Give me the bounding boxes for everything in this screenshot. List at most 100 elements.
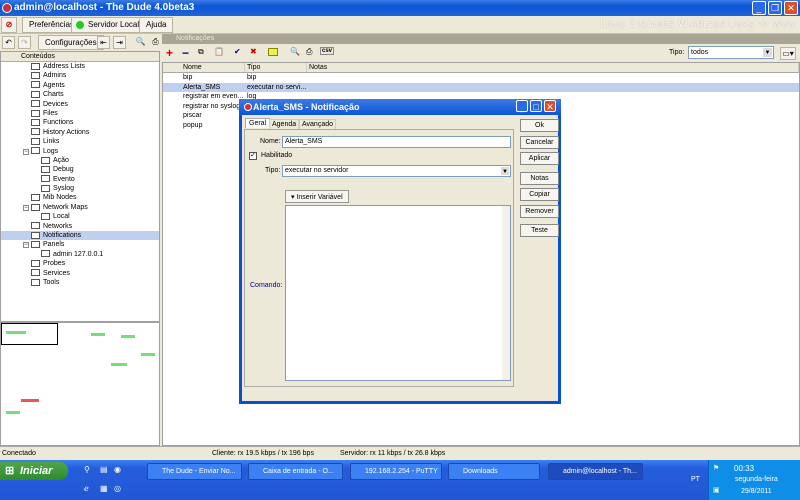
- disable-icon[interactable]: ✖: [250, 47, 257, 56]
- map-overview[interactable]: [0, 322, 160, 446]
- tab-general[interactable]: Geral: [245, 118, 271, 128]
- tree-item[interactable]: History Actions: [1, 128, 159, 137]
- dialog-minimize-button[interactable]: _: [516, 100, 528, 112]
- tree-item[interactable]: admin 127.0.0.1: [1, 250, 159, 259]
- quicklaunch-app-icon[interactable]: ▦: [100, 484, 108, 493]
- ok-button[interactable]: Ok: [520, 119, 559, 132]
- print-icon[interactable]: ⎙: [306, 47, 312, 57]
- quicklaunch-ie-icon[interactable]: ℯ: [84, 484, 89, 493]
- help-button[interactable]: Ajuda: [139, 17, 174, 33]
- settings-button[interactable]: Configurações: [38, 35, 104, 50]
- copy-button[interactable]: Copiar: [520, 188, 559, 201]
- import-icon[interactable]: ⇤: [97, 36, 110, 49]
- clock-time[interactable]: 00:33: [734, 464, 754, 473]
- tree-item[interactable]: Local: [1, 212, 159, 221]
- tree-item[interactable]: Charts: [1, 90, 159, 99]
- start-label: Iniciar: [20, 465, 53, 477]
- chevron-down-icon[interactable]: ▼: [763, 48, 772, 57]
- tray-monitor-icon[interactable]: ▣: [713, 486, 720, 494]
- tree-item[interactable]: Probes: [1, 259, 159, 268]
- tree-item[interactable]: Notifications: [1, 231, 159, 241]
- column-type[interactable]: Tipo: [245, 63, 307, 72]
- tree-item[interactable]: Ação: [1, 156, 159, 165]
- language-indicator[interactable]: PT: [691, 476, 700, 483]
- copy-icon[interactable]: ⧉: [198, 47, 204, 57]
- apply-button[interactable]: Aplicar: [520, 152, 559, 165]
- tree-item[interactable]: Evento: [1, 175, 159, 184]
- collapse-toggle-icon[interactable]: −: [23, 204, 29, 211]
- start-button[interactable]: ⊞ Iniciar: [0, 462, 68, 480]
- csv-export-button[interactable]: csv: [320, 47, 335, 55]
- tree-item[interactable]: − Network Maps: [1, 203, 159, 212]
- type-filter-select[interactable]: todos ▼: [688, 46, 774, 59]
- table-cell: Alerta_SMS: [183, 83, 221, 91]
- tree-item[interactable]: Networks: [1, 222, 159, 231]
- find-icon[interactable]: 🔍: [290, 47, 300, 56]
- taskbar-task[interactable]: 192.168.2.254 - PuTTY: [350, 463, 442, 480]
- restore-button[interactable]: ❐: [768, 1, 782, 15]
- tree-item[interactable]: Functions: [1, 118, 159, 127]
- enabled-checkbox[interactable]: ✓: [249, 152, 257, 160]
- tree-item[interactable]: Address Lists: [1, 62, 159, 71]
- table-row[interactable]: bip bip: [163, 73, 799, 83]
- dialog-maximize-button[interactable]: □: [530, 100, 542, 112]
- tree-item[interactable]: Links: [1, 137, 159, 146]
- column-name[interactable]: Nome: [163, 63, 245, 72]
- remove-icon[interactable]: −: [182, 46, 189, 60]
- tree-item[interactable]: Services: [1, 269, 159, 278]
- taskbar-task[interactable]: admin@localhost - Th...: [548, 463, 643, 480]
- tree-item[interactable]: − Logs: [1, 147, 159, 156]
- undo-icon[interactable]: ↶: [2, 36, 15, 49]
- table-row[interactable]: Alerta_SMS executar no servi...: [163, 82, 799, 92]
- print-icon[interactable]: ⎙: [149, 36, 162, 49]
- quicklaunch-putty-icon[interactable]: ⚲: [84, 465, 90, 474]
- add-icon[interactable]: +: [166, 46, 173, 60]
- type-select[interactable]: executar no servidor ▼: [282, 165, 511, 177]
- tray-network-icon[interactable]: ⚑: [713, 464, 719, 472]
- folder-icon: [31, 194, 40, 202]
- export-icon[interactable]: ⇥: [113, 36, 126, 49]
- tree-item[interactable]: Mib Nodes: [1, 193, 159, 202]
- tree-item-label: Admins: [43, 72, 67, 80]
- enabled-label: Habilitado: [261, 152, 293, 159]
- paste-icon[interactable]: 📋: [214, 47, 224, 56]
- enable-icon[interactable]: ✔: [234, 47, 241, 56]
- insert-variable-button[interactable]: ▾ Inserir Variável: [285, 190, 349, 203]
- quicklaunch-media-icon[interactable]: ◎: [114, 484, 121, 493]
- tree-item[interactable]: − Panels: [1, 240, 159, 249]
- chevron-down-icon[interactable]: ▼: [501, 167, 509, 175]
- taskbar-task[interactable]: The Dude - Enviar No...: [147, 463, 242, 480]
- map-viewport[interactable]: [1, 323, 58, 345]
- columns-menu-icon[interactable]: ▭▾: [780, 47, 796, 60]
- tree-item[interactable]: Tools: [1, 278, 159, 287]
- column-notes[interactable]: Notas: [307, 63, 799, 72]
- panel-toolbar: + − ⧉ 📋 ✔ ✖ 🔍 ⎙ csv Tipo: todos ▼ ▭▾: [162, 44, 800, 62]
- notes-button[interactable]: Notas: [520, 172, 559, 185]
- local-server-button[interactable]: Servidor Local: [71, 17, 147, 33]
- comment-icon[interactable]: [268, 48, 278, 56]
- tree-item[interactable]: Debug: [1, 165, 159, 174]
- command-scrollbar[interactable]: [502, 206, 510, 380]
- tree-item[interactable]: Admins: [1, 71, 159, 80]
- taskbar-task[interactable]: Downloads: [448, 463, 540, 480]
- command-textarea[interactable]: [285, 205, 511, 381]
- collapse-toggle-icon[interactable]: −: [23, 148, 29, 155]
- taskbar-task[interactable]: Caixa de entrada - O...: [248, 463, 343, 480]
- collapse-toggle-icon[interactable]: −: [23, 242, 29, 249]
- dialog-close-button[interactable]: ✕: [544, 100, 556, 112]
- tree-item[interactable]: Agents: [1, 81, 159, 90]
- quicklaunch-browser-icon[interactable]: ◉: [114, 465, 121, 474]
- tree-item[interactable]: Syslog: [1, 184, 159, 193]
- binoculars-icon[interactable]: 🔍: [134, 36, 147, 49]
- test-button[interactable]: Teste: [520, 224, 559, 237]
- minimize-button[interactable]: _: [752, 1, 766, 15]
- name-input[interactable]: Alerta_SMS: [282, 136, 511, 148]
- tree-item[interactable]: Devices: [1, 100, 159, 109]
- cancel-button[interactable]: Cancelar: [520, 136, 559, 149]
- tree-item[interactable]: Files: [1, 109, 159, 118]
- quicklaunch-document-icon[interactable]: ▤: [100, 465, 108, 474]
- remove-button[interactable]: Remover: [520, 205, 559, 218]
- redo-icon[interactable]: ↷: [18, 36, 31, 49]
- close-button[interactable]: ✕: [784, 1, 798, 15]
- disconnect-icon[interactable]: ⊘: [1, 17, 17, 33]
